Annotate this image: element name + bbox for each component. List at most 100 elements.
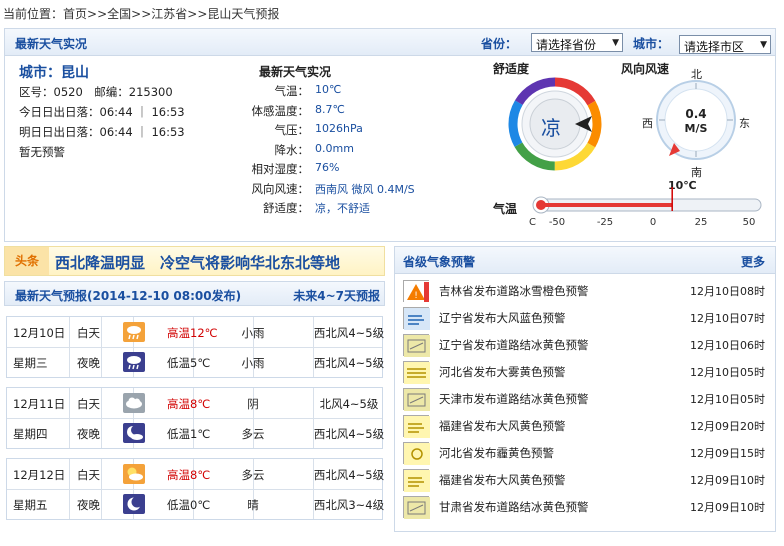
forecast-weather: 阴 [247, 397, 259, 411]
alerts-more-link[interactable]: 更多 [741, 253, 765, 270]
alert-date: 12月09日20时 [690, 420, 765, 433]
forecast-weather: 晴 [247, 498, 259, 512]
future-forecast-link[interactable]: 未来4~7天预报 [293, 287, 380, 304]
alert-text[interactable]: 辽宁省发布大风蓝色预警 [439, 310, 566, 326]
forecast-period: 夜晚 [77, 356, 100, 370]
road-ice-orange-icon: ! [403, 280, 430, 303]
forecast-header: 最新天气预报(2014-12-10 08:00发布) 未来4~7天预报 [4, 281, 385, 306]
forecast-date: 12月12日 [13, 468, 66, 482]
divider [7, 489, 382, 490]
warning-status[interactable]: 暂无预警 [19, 144, 65, 160]
comfort-label: 舒适度 [493, 62, 530, 76]
forecast-day: 12月11日 白天 高温8℃ 阴北风4~5级 星期四 夜晚 低温1℃ 多云 西北风4~5级 [6, 387, 385, 449]
province-select[interactable]: 请选择省份 ▼ [531, 33, 623, 52]
temp-gauge-label: 气温 [493, 202, 518, 216]
cloud-icon [123, 393, 145, 413]
obs-value: 8.7℃ [315, 102, 345, 116]
temp-gauge-tick-label: 0 [649, 217, 657, 228]
alert-text[interactable]: 河北省发布大雾黄色预警 [439, 364, 566, 380]
moon-icon [123, 494, 145, 514]
alert-text[interactable]: 河北省发布霾黄色预警 [439, 445, 554, 461]
headline-tag: 头条 [5, 247, 49, 275]
forecast-wind: 西北风4~5级 [313, 468, 385, 482]
obs-title: 最新天气实况 [259, 65, 332, 79]
alert-text[interactable]: 甘肃省发布道路结冰黄色预警 [439, 499, 589, 515]
city-select[interactable]: 请选择市区 ▼ [679, 35, 771, 54]
compass-south: 南 [691, 166, 702, 179]
alert-date: 12月09日10时 [690, 474, 765, 487]
alerts-title: 省级气象预警 [403, 255, 476, 269]
headline-text[interactable]: 西北降温明显 冷空气将影响华北东北等地 [55, 252, 340, 273]
wind-blue-icon [403, 307, 430, 330]
forecast-weather: 小雨 [241, 326, 265, 340]
wind-yellow-icon [403, 469, 430, 492]
forecast-date: 12月11日 [13, 397, 66, 411]
temp-gauge-unit: C [529, 217, 536, 228]
wind-yellow-icon [403, 415, 430, 438]
alert-text[interactable]: 福建省发布大风黄色预警 [439, 472, 566, 488]
breadcrumb-province[interactable]: 江苏省 [151, 7, 187, 21]
haze-yellow-icon [403, 442, 430, 465]
alert-item[interactable]: 天津市发布道路结冰黄色预警 12月10日05时 [403, 386, 769, 412]
temp-gauge-fill [541, 203, 673, 207]
forecast-period: 白天 [77, 468, 100, 482]
temp-gauge-tick-label: -25 [596, 217, 614, 228]
alert-text[interactable]: 辽宁省发布道路结冰黄色预警 [439, 337, 589, 353]
svg-text:!: ! [414, 291, 418, 301]
alert-item[interactable]: 甘肃省发布道路结冰黄色预警 12月09日10时 [403, 494, 769, 520]
forecast-wind: 北风4~5级 [319, 397, 379, 411]
alert-item[interactable]: 河北省发布大雾黄色预警 12月10日05时 [403, 359, 769, 385]
obs-label: 体感温度： [251, 103, 310, 118]
alert-text[interactable]: 吉林省发布道路冰雪橙色预警 [439, 283, 589, 299]
forecast-day: 12月10日 白天 高温12℃ 小雨 西北风4~5级 星期三 夜晚 低温5℃ 小雨 西北风4~5级 [6, 316, 385, 378]
alert-date: 12月09日10时 [690, 501, 765, 514]
forecast-period: 夜晚 [77, 498, 100, 512]
current-weather-header: 最新天气实况 省份： 请选择省份 ▼ 城市： 请选择市区 ▼ [5, 29, 775, 56]
road-ice-yellow-icon [403, 388, 430, 411]
city-name: 城市：昆山 [19, 65, 89, 81]
divider [7, 418, 382, 419]
road-ice-yellow-icon [403, 496, 430, 519]
forecast-week: 星期五 [13, 498, 48, 512]
alert-text[interactable]: 天津市发布道路结冰黄色预警 [439, 391, 589, 407]
obs-label: 气压： [274, 123, 310, 137]
alert-text[interactable]: 福建省发布大风黄色预警 [439, 418, 566, 434]
forecast-week: 星期三 [13, 356, 48, 370]
forecast-period: 夜晚 [77, 427, 100, 441]
forecast-weather: 多云 [241, 427, 265, 441]
alert-item[interactable]: 福建省发布大风黄色预警 12月09日10时 [403, 467, 769, 493]
breadcrumb-home[interactable]: 首页 [63, 7, 87, 21]
today-sunrise-sunset: 今日日出日落：06:44 ｜ 16:53 [19, 105, 185, 119]
breadcrumb-prefix: 当前位置： [3, 7, 64, 21]
obs-value: 76% [315, 161, 340, 174]
city-label: 城市： [633, 37, 670, 51]
forecast-day: 12月12日 白天 高温8℃ 多云 西北风4~5级 星期五 夜晚 低温0℃ 晴西北风3~4级 [6, 458, 385, 520]
alert-date: 12月10日05时 [690, 366, 765, 379]
breadcrumb-sep: >> [187, 7, 208, 21]
comfort-value: 凉 [541, 116, 561, 140]
alerts-panel: 省级气象预警 更多 ! 吉林省发布道路冰雪橙色预警 12月10日08时 辽宁省发布大风… [394, 246, 776, 532]
alert-date: 12月10日07时 [690, 312, 765, 325]
rain-icon [123, 322, 145, 342]
alert-item[interactable]: ! 吉林省发布道路冰雪橙色预警 12月10日08时 [403, 278, 769, 304]
compass-east: 东 [739, 117, 750, 130]
obs-label: 气温： [274, 84, 310, 98]
forecast-wind: 西北风4~5级 [313, 427, 385, 441]
forecast-wind: 西北风4~5级 [313, 326, 385, 340]
alert-date: 12月09日15时 [690, 447, 765, 460]
alert-item[interactable]: 辽宁省发布道路结冰黄色预警 12月10日06时 [403, 332, 769, 358]
compass-north: 北 [691, 68, 702, 81]
alert-item[interactable]: 福建省发布大风黄色预警 12月09日20时 [403, 413, 769, 439]
alert-item[interactable]: 辽宁省发布大风蓝色预警 12月10日07时 [403, 305, 769, 331]
tomorrow-sunrise-sunset: 明日日出日落：06:44 ｜ 16:53 [19, 125, 185, 139]
obs-value: 0.0mm [315, 141, 354, 155]
alert-item[interactable]: 河北省发布霾黄色预警 12月09日15时 [403, 440, 769, 466]
alert-date: 12月10日06时 [690, 339, 765, 352]
obs-value: 西南风 微风 0.4M/S [315, 182, 415, 196]
panel-title: 最新天气实况 [15, 37, 88, 51]
headline-banner[interactable]: 头条 西北降温明显 冷空气将影响华北东北等地 [4, 246, 385, 276]
province-label: 省份： [481, 37, 518, 51]
province-select-value: 请选择省份 [536, 38, 597, 52]
breadcrumb-country[interactable]: 全国 [107, 7, 131, 21]
breadcrumb-current: 昆山天气预报 [207, 7, 280, 21]
